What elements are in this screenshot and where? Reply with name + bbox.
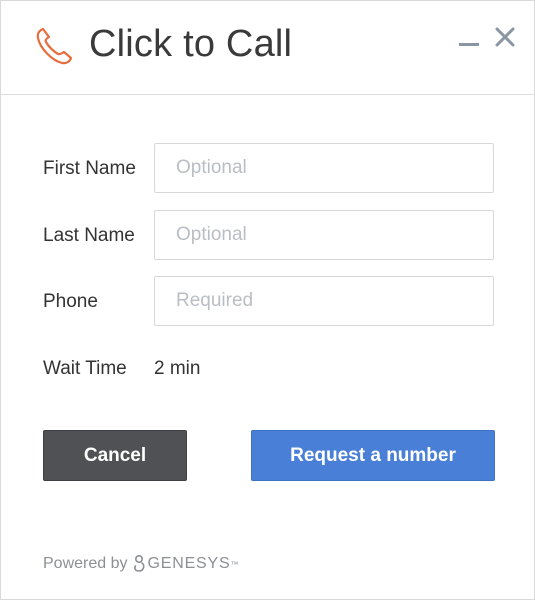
close-icon[interactable]: [493, 25, 517, 49]
minimize-bar: [459, 43, 479, 46]
phone-label: Phone: [43, 291, 98, 312]
genesys-logo-icon: [133, 554, 145, 574]
powered-by-footer: Powered by GENESYS ™: [43, 553, 238, 575]
first-name-field[interactable]: [154, 143, 494, 193]
widget-header: Click to Call: [1, 1, 534, 95]
first-name-label: First Name: [43, 158, 136, 179]
wait-time-label: Wait Time: [43, 358, 127, 379]
last-name-label: Last Name: [43, 225, 135, 246]
request-number-button[interactable]: Request a number: [251, 430, 495, 481]
powered-by-label: Powered by: [43, 555, 128, 572]
widget-title: Click to Call: [89, 23, 293, 65]
cancel-button[interactable]: Cancel: [43, 430, 187, 481]
genesys-brand: GENESYS: [147, 555, 231, 572]
last-name-field[interactable]: [154, 210, 494, 260]
trademark-mark: ™: [230, 559, 239, 569]
click-to-call-widget: Click to Call First Name Last Name Phone…: [0, 0, 535, 600]
wait-time-value: 2 min: [154, 358, 201, 379]
phone-icon: [35, 26, 75, 66]
phone-field[interactable]: [154, 276, 494, 326]
minimize-icon[interactable]: [457, 31, 481, 51]
